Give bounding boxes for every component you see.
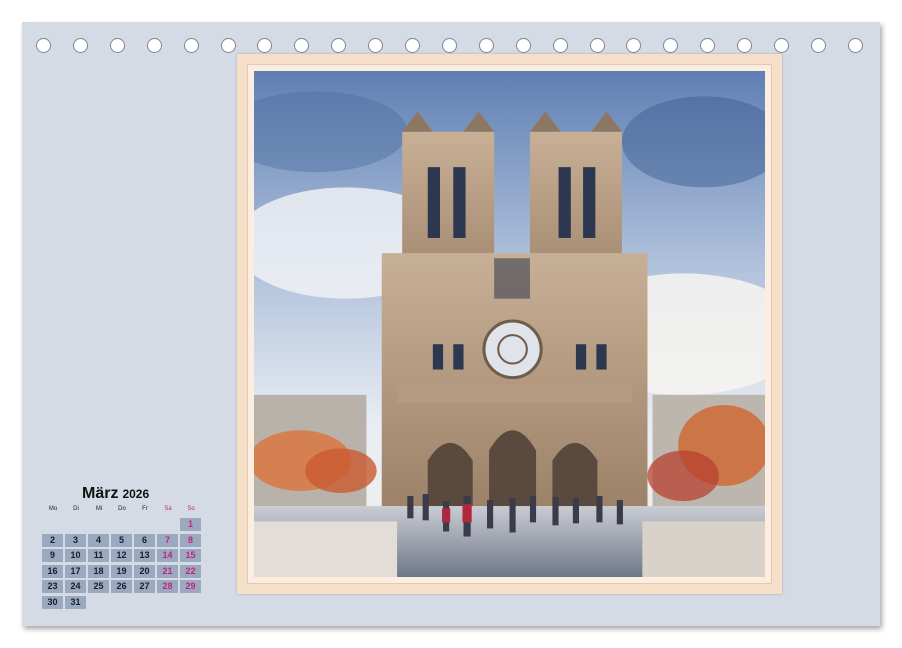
- weekday-label: Di: [73, 506, 79, 512]
- binding-hole: [146, 38, 162, 53]
- binding-hole: [737, 38, 753, 53]
- photo-frame: [237, 54, 782, 594]
- day-cell: 2: [42, 533, 63, 547]
- day-cell: 29: [180, 580, 201, 593]
- day-cell: 20: [134, 564, 155, 578]
- binding-hole: [368, 38, 384, 53]
- binding-hole: [294, 38, 310, 53]
- month-name: März: [82, 485, 119, 502]
- day-cell: 18: [88, 564, 109, 578]
- weekday-label: So: [187, 506, 195, 512]
- photo-mat: [247, 64, 772, 584]
- day-cell: 7: [157, 533, 178, 547]
- calendar-page: März 2026 Mo Di Mi Do Fr Sa So 1 2 3 4 5 6 7 8 9 10 11 12 1…: [22, 22, 880, 626]
- binding-hole: [331, 38, 347, 53]
- binding-hole: [478, 38, 494, 53]
- weekday-label: Mo: [48, 506, 58, 512]
- day-cell: 21: [157, 564, 178, 578]
- day-cell: 25: [88, 580, 109, 593]
- binding-hole: [183, 38, 199, 53]
- binding-hole: [589, 38, 605, 53]
- day-cell: 4: [88, 533, 109, 547]
- day-cell: 8: [180, 533, 201, 547]
- day-cell: 6: [134, 533, 155, 547]
- day-cell: 26: [111, 580, 132, 593]
- day-cell: 12: [111, 549, 132, 562]
- day-cell: 1: [180, 518, 201, 531]
- binding-hole: [515, 38, 531, 53]
- day-cell: 23: [42, 580, 63, 593]
- day-cell: 9: [42, 549, 63, 562]
- binding-hole: [441, 38, 457, 53]
- day-cell: 27: [134, 580, 155, 593]
- day-cell: 16: [42, 564, 63, 578]
- weekday-label: Do: [118, 506, 126, 512]
- cathedral-watercolor-image: [254, 71, 765, 577]
- day-cell: 30: [42, 595, 63, 609]
- binding-hole: [626, 38, 642, 53]
- weekday-label: Sa: [164, 506, 172, 512]
- day-cell: 22: [180, 564, 201, 578]
- binding-hole: [36, 38, 51, 53]
- day-cell: 24: [65, 580, 86, 593]
- day-cell: 17: [65, 564, 86, 578]
- day-cell: 15: [180, 549, 201, 562]
- day-cell: 10: [65, 549, 86, 562]
- day-cell: 14: [157, 549, 178, 562]
- weekday-label: Fr: [142, 506, 148, 512]
- day-cell: 31: [65, 595, 86, 609]
- binding-hole: [405, 38, 420, 53]
- day-cell: 13: [134, 549, 155, 562]
- binding-hole: [552, 38, 568, 53]
- day-cell: 3: [65, 533, 86, 547]
- binding-hole: [847, 38, 863, 53]
- cathedral-illustration: [254, 71, 765, 577]
- day-cell: 19: [111, 564, 132, 578]
- day-cell: 11: [88, 549, 109, 562]
- weekday-label: Mi: [95, 506, 103, 512]
- binding-hole: [810, 38, 826, 53]
- binding-hole: [700, 38, 716, 53]
- day-cell: 28: [157, 580, 178, 593]
- day-cell: 5: [111, 533, 132, 547]
- binding-hole: [774, 38, 789, 53]
- month-title: März 2026: [82, 485, 149, 503]
- binding-hole: [72, 38, 88, 53]
- binding-hole: [257, 38, 273, 53]
- month-year: 2026: [122, 487, 150, 501]
- binding-hole: [220, 38, 236, 53]
- binding-hole: [109, 38, 125, 53]
- binding-hole: [663, 38, 679, 53]
